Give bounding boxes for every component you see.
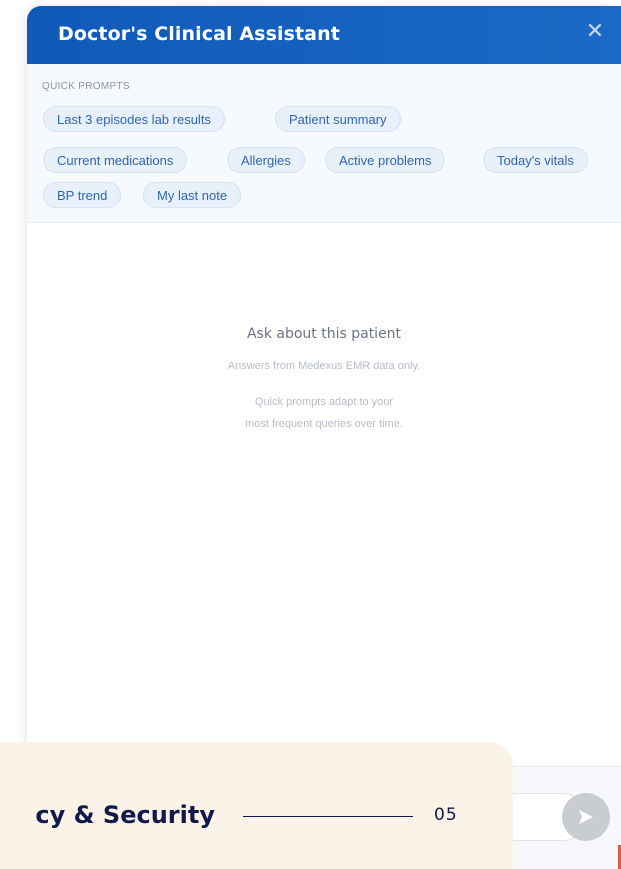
send-icon	[579, 810, 593, 824]
prompt-chip-allergies[interactable]: Allergies	[227, 147, 305, 173]
send-button[interactable]	[562, 793, 610, 841]
prompt-chip-active-problems[interactable]: Active problems	[325, 147, 446, 173]
quick-prompts-label: QUICK PROMPTS	[42, 81, 130, 92]
assistant-header: Doctor's Clinical Assistant ✕	[27, 6, 621, 64]
close-icon[interactable]: ✕	[584, 20, 606, 42]
empty-state-hint: Quick prompts adapt to your most frequen…	[27, 391, 621, 435]
empty-state-title: Ask about this patient	[246, 326, 402, 342]
empty-state-subtitle: Answers from Medexus EMR data only.	[227, 360, 421, 372]
prompt-chip-current-medications[interactable]: Current medications	[43, 147, 188, 173]
prompt-chip-todays-vitals[interactable]: Today's vitals	[483, 147, 588, 173]
assistant-panel: Doctor's Clinical Assistant ✕ QUICK PROM…	[27, 6, 621, 869]
section-title: cy & Security	[35, 801, 215, 829]
assistant-title: Doctor's Clinical Assistant	[58, 23, 340, 45]
section-divider	[243, 816, 413, 817]
empty-state-hint-line2: most frequent queries over time.	[245, 418, 403, 430]
prompt-chip-my-last-note[interactable]: My last note	[143, 182, 242, 208]
section-banner: cy & Security 05	[0, 742, 513, 869]
section-number: 05	[434, 805, 458, 825]
prompt-chip-patient-summary[interactable]: Patient summary	[275, 106, 401, 132]
quick-prompts-section: QUICK PROMPTS Last 3 episodes lab result…	[27, 64, 621, 223]
prompt-chip-bp-trend[interactable]: BP trend	[43, 182, 122, 208]
prompt-chip-lab-results[interactable]: Last 3 episodes lab results	[43, 106, 225, 132]
empty-state-hint-line1: Quick prompts adapt to your	[254, 396, 394, 408]
